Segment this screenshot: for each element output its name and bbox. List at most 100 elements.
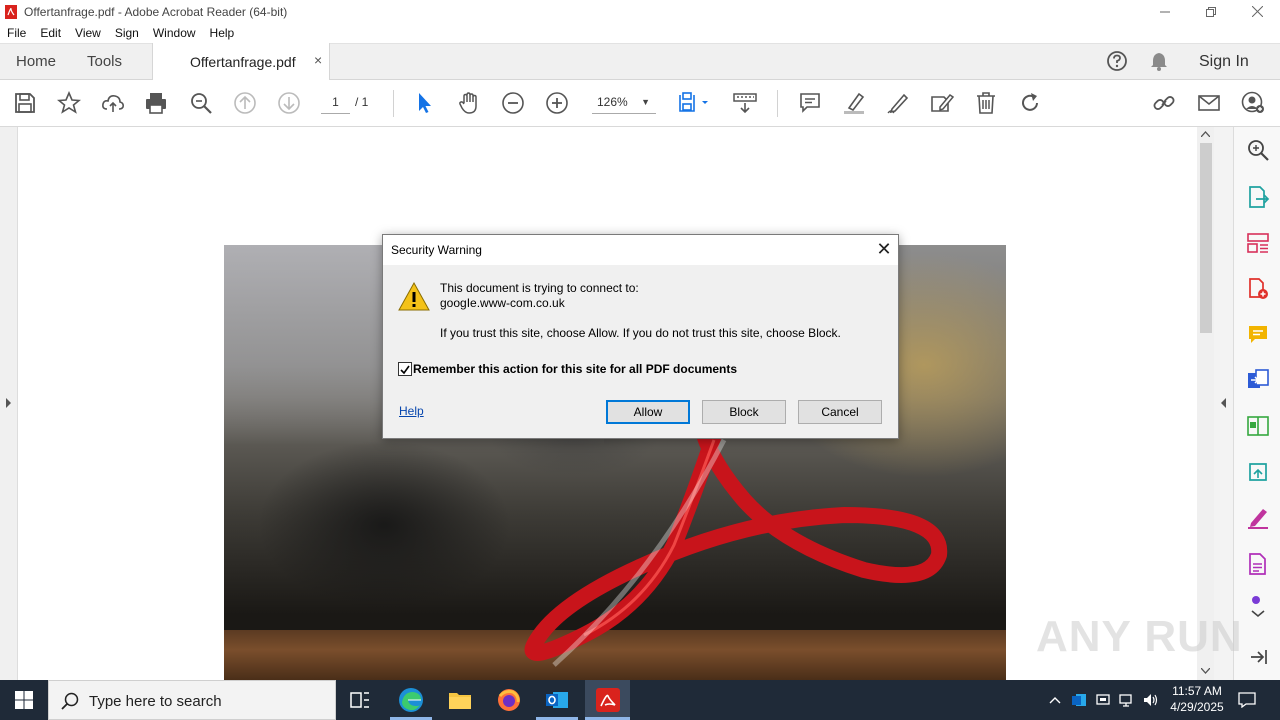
- fill-sign-button[interactable]: [930, 91, 955, 115]
- next-page-button[interactable]: [277, 91, 301, 115]
- comment-tool-button[interactable]: [1246, 323, 1270, 347]
- windows-logo-icon: [15, 691, 33, 709]
- export-image-button[interactable]: [1246, 460, 1270, 484]
- system-clock[interactable]: 11:57 AM 4/29/2025: [1162, 683, 1232, 715]
- menu-edit[interactable]: Edit: [40, 26, 61, 40]
- allow-button[interactable]: Allow: [606, 400, 690, 424]
- rotate-button[interactable]: [1018, 91, 1042, 115]
- comment-bubble-icon: [1249, 326, 1267, 343]
- zoom-out-button[interactable]: [501, 91, 525, 115]
- previous-page-button[interactable]: [233, 91, 257, 115]
- block-button[interactable]: Block: [702, 400, 786, 424]
- create-pdf-button[interactable]: [1246, 277, 1270, 301]
- zoom-in-button[interactable]: [545, 91, 569, 115]
- user-add-icon: [1241, 91, 1264, 113]
- search-tools-button[interactable]: [1246, 138, 1270, 162]
- fill-and-sign-button[interactable]: [1246, 506, 1270, 530]
- task-view-button[interactable]: [340, 680, 380, 720]
- firefox-taskbar-button[interactable]: [488, 680, 530, 720]
- minus-circle-icon: [502, 92, 524, 114]
- page-number-input[interactable]: 1: [321, 92, 350, 114]
- minimize-icon: [1160, 11, 1170, 12]
- print-button[interactable]: [144, 91, 168, 115]
- notifications-button[interactable]: [1148, 50, 1170, 77]
- save-button[interactable]: [13, 91, 37, 115]
- menu-view[interactable]: View: [75, 26, 101, 40]
- highlighter-icon: [844, 92, 865, 114]
- tab-close-button[interactable]: ×: [314, 52, 322, 68]
- help-circle-icon: [1107, 51, 1127, 71]
- acrobat-app-icon: [5, 4, 17, 19]
- help-button[interactable]: [1106, 50, 1128, 77]
- fit-page-button[interactable]: [677, 91, 713, 115]
- upload-button[interactable]: [101, 91, 125, 115]
- tray-outlook-icon-button[interactable]: [1069, 680, 1089, 720]
- tab-home[interactable]: Home: [16, 53, 56, 70]
- bookmark-button[interactable]: [56, 90, 82, 115]
- main-toolbar: 1 / 1 126% ▼: [0, 80, 1280, 127]
- menu-help[interactable]: Help: [210, 26, 235, 40]
- outlook-tray-icon: [1072, 694, 1086, 706]
- dialog-message-line2: If you trust this site, choose Allow. If…: [440, 326, 841, 340]
- hand-icon: [459, 92, 477, 114]
- file-explorer-button[interactable]: [439, 680, 481, 720]
- export-pdf-icon: [1249, 186, 1270, 208]
- start-button[interactable]: [0, 680, 48, 720]
- tab-tools[interactable]: Tools: [87, 53, 122, 70]
- close-icon: [1251, 6, 1263, 17]
- close-window-button[interactable]: [1234, 0, 1280, 23]
- edge-browser-icon: [399, 688, 423, 712]
- menu-file[interactable]: File: [7, 26, 26, 40]
- tab-document[interactable]: Offertanfrage.pdf ×: [152, 43, 330, 80]
- dialog-title: Security Warning: [391, 243, 482, 257]
- collapse-pane-button[interactable]: [1246, 645, 1270, 669]
- show-hidden-icons-button[interactable]: [1045, 680, 1065, 720]
- edge-taskbar-button[interactable]: [390, 680, 432, 720]
- hand-tool-button[interactable]: [457, 91, 481, 115]
- pen-draw-icon: [887, 93, 909, 114]
- cancel-button[interactable]: Cancel: [798, 400, 882, 424]
- zoom-level-select[interactable]: 126% ▼: [592, 92, 656, 114]
- remember-checkbox[interactable]: [398, 362, 412, 376]
- menu-window[interactable]: Window: [153, 26, 196, 40]
- email-button[interactable]: [1197, 91, 1221, 115]
- menu-sign[interactable]: Sign: [115, 26, 139, 40]
- scroll-mode-button[interactable]: [733, 91, 757, 115]
- search-icon: [61, 692, 79, 710]
- highlight-button[interactable]: [842, 91, 866, 115]
- remember-checkbox-label[interactable]: Remember this action for this site for a…: [413, 362, 737, 376]
- comment-button[interactable]: [798, 91, 822, 115]
- more-tools-button[interactable]: [1246, 595, 1270, 621]
- document-icon: [1249, 553, 1266, 575]
- select-tool-button[interactable]: [413, 91, 437, 115]
- plus-circle-icon: [546, 92, 568, 114]
- acrobat-icon: [595, 688, 620, 712]
- sign-in-link[interactable]: Sign In: [1199, 53, 1249, 71]
- taskbar-search-box[interactable]: Type here to search: [48, 680, 336, 720]
- network-button[interactable]: [1117, 680, 1137, 720]
- draw-button[interactable]: [886, 91, 910, 115]
- share-link-button[interactable]: [1152, 91, 1176, 115]
- acrobat-taskbar-button[interactable]: [585, 680, 630, 720]
- tray-device-button[interactable]: [1093, 680, 1113, 720]
- mail-icon: [1198, 95, 1220, 111]
- edit-pdf-button[interactable]: [1246, 414, 1270, 438]
- help-link[interactable]: Help: [399, 404, 424, 418]
- outlook-taskbar-button[interactable]: [536, 680, 578, 720]
- volume-button[interactable]: [1141, 680, 1161, 720]
- dialog-close-button[interactable]: ✕: [872, 239, 896, 261]
- organize-pages-button[interactable]: [1246, 231, 1270, 255]
- notification-center-button[interactable]: [1235, 680, 1259, 720]
- find-button[interactable]: [189, 91, 213, 115]
- protect-pdf-button[interactable]: [1246, 552, 1270, 576]
- restore-button[interactable]: [1188, 0, 1234, 23]
- delete-button[interactable]: [974, 91, 998, 115]
- printer-icon: [146, 93, 166, 114]
- right-panel-toggle[interactable]: [1214, 127, 1233, 680]
- share-user-button[interactable]: [1241, 91, 1265, 115]
- combine-files-button[interactable]: [1246, 368, 1270, 392]
- minimize-button[interactable]: [1142, 0, 1188, 23]
- export-pdf-button[interactable]: [1246, 185, 1270, 209]
- left-panel-toggle[interactable]: [0, 127, 18, 680]
- scrollbar-thumb[interactable]: [1200, 143, 1212, 333]
